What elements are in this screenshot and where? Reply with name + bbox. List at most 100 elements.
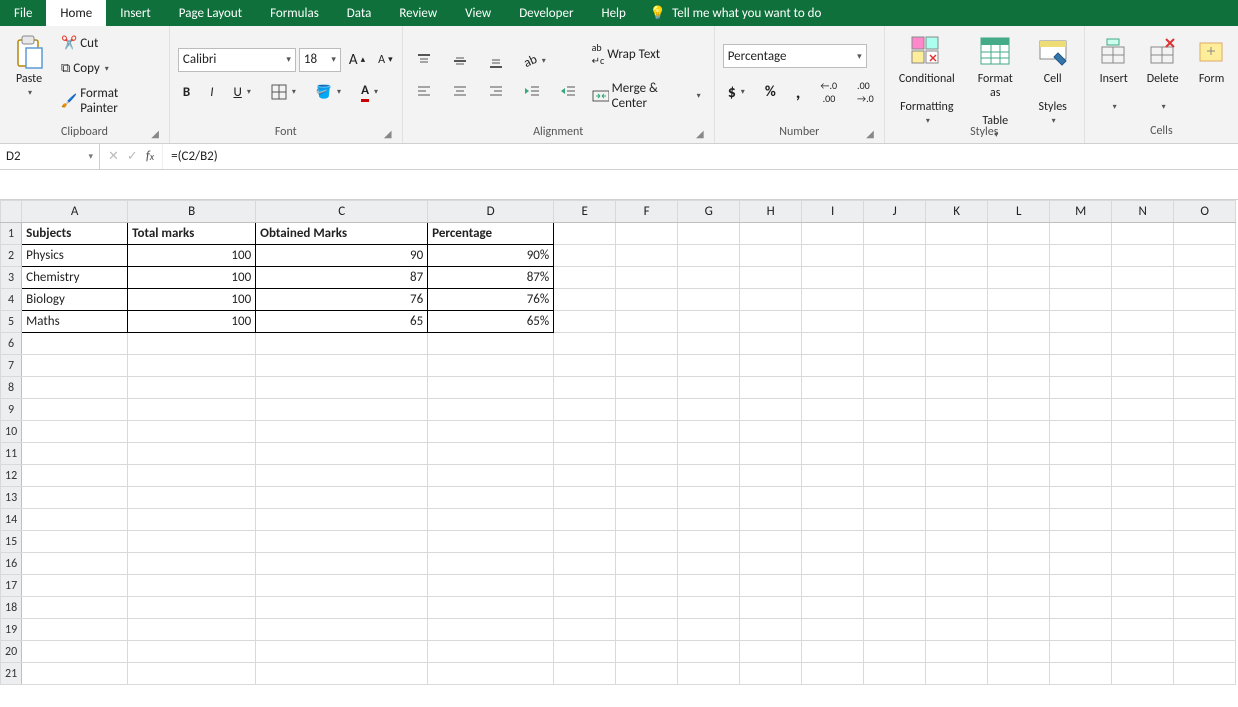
cell[interactable] [554, 355, 616, 377]
cell[interactable]: 87 [256, 267, 428, 289]
cell[interactable]: 90 [256, 245, 428, 267]
cell[interactable] [988, 377, 1050, 399]
cell[interactable] [988, 531, 1050, 553]
col-header-O[interactable]: O [1174, 201, 1236, 223]
cell[interactable] [926, 619, 988, 641]
cell[interactable] [740, 399, 802, 421]
delete-cells-button[interactable]: Delete▾ [1141, 30, 1185, 116]
cell[interactable] [740, 641, 802, 663]
cell[interactable] [1050, 399, 1112, 421]
tab-insert[interactable]: Insert [106, 0, 165, 26]
cell[interactable] [22, 333, 128, 355]
cell-styles-button[interactable]: CellStyles ▾ [1030, 30, 1076, 130]
cell[interactable] [864, 619, 926, 641]
cell[interactable]: Biology [22, 289, 128, 311]
cell[interactable] [256, 597, 428, 619]
cell[interactable] [428, 399, 554, 421]
align-left-button[interactable] [411, 80, 437, 102]
row-header-5[interactable]: 5 [1, 311, 22, 333]
cell[interactable] [864, 465, 926, 487]
cell[interactable] [128, 619, 256, 641]
cell[interactable] [1174, 443, 1236, 465]
tab-review[interactable]: Review [385, 0, 451, 26]
cell[interactable] [678, 355, 740, 377]
cell[interactable] [428, 421, 554, 443]
cell[interactable]: 65% [428, 311, 554, 333]
format-cells-button[interactable]: Form [1191, 30, 1233, 88]
font-color-button[interactable]: A▾ [356, 80, 383, 105]
cell[interactable] [1050, 663, 1112, 685]
cell[interactable] [1174, 663, 1236, 685]
cell[interactable] [926, 509, 988, 531]
cell[interactable] [554, 597, 616, 619]
cell[interactable] [616, 245, 678, 267]
cell[interactable] [428, 333, 554, 355]
copy-button[interactable]: ⧉Copy▾ [56, 58, 161, 79]
cell[interactable] [128, 663, 256, 685]
cell[interactable] [740, 223, 802, 245]
cell[interactable] [554, 421, 616, 443]
paste-button[interactable]: Paste▾ [8, 30, 50, 102]
cell[interactable] [1174, 223, 1236, 245]
cell[interactable] [554, 663, 616, 685]
cell[interactable] [1050, 597, 1112, 619]
cell[interactable] [802, 575, 864, 597]
cell[interactable] [740, 443, 802, 465]
cell[interactable] [926, 333, 988, 355]
cell[interactable] [988, 597, 1050, 619]
cell[interactable] [864, 355, 926, 377]
select-all-corner[interactable] [1, 201, 22, 223]
cell[interactable] [926, 399, 988, 421]
cell[interactable] [616, 465, 678, 487]
cell[interactable] [128, 641, 256, 663]
cell[interactable] [256, 443, 428, 465]
cell[interactable] [616, 663, 678, 685]
col-header-H[interactable]: H [740, 201, 802, 223]
cell[interactable] [864, 399, 926, 421]
cell[interactable] [1050, 487, 1112, 509]
cell[interactable]: 90% [428, 245, 554, 267]
cell[interactable] [1050, 465, 1112, 487]
cell[interactable] [740, 311, 802, 333]
cell[interactable] [864, 333, 926, 355]
row-header-9[interactable]: 9 [1, 399, 22, 421]
cell[interactable] [802, 509, 864, 531]
cell[interactable] [988, 289, 1050, 311]
conditional-formatting-button[interactable]: ConditionalFormatting ▾ [893, 30, 961, 130]
cell[interactable] [1112, 443, 1174, 465]
underline-button[interactable]: U▾ [228, 82, 255, 103]
cell[interactable] [802, 619, 864, 641]
cell[interactable] [1112, 575, 1174, 597]
cell[interactable] [1174, 289, 1236, 311]
cell[interactable] [926, 487, 988, 509]
number-launcher-icon[interactable]: ◢ [866, 124, 874, 144]
cell[interactable] [256, 355, 428, 377]
cell[interactable] [616, 377, 678, 399]
font-size-combo[interactable]: 18▾ [299, 48, 341, 72]
cell[interactable] [428, 597, 554, 619]
align-right-button[interactable] [483, 80, 509, 102]
cell[interactable] [22, 641, 128, 663]
cell[interactable] [926, 245, 988, 267]
cell[interactable] [678, 245, 740, 267]
cell[interactable] [1050, 223, 1112, 245]
cell[interactable] [740, 597, 802, 619]
cell[interactable] [616, 223, 678, 245]
cell[interactable] [616, 531, 678, 553]
col-header-K[interactable]: K [926, 201, 988, 223]
cell[interactable] [1050, 311, 1112, 333]
cell[interactable] [988, 333, 1050, 355]
cell[interactable] [1050, 443, 1112, 465]
cell[interactable] [128, 487, 256, 509]
cell[interactable] [22, 399, 128, 421]
cell[interactable] [678, 267, 740, 289]
cell[interactable] [926, 641, 988, 663]
cell[interactable] [864, 509, 926, 531]
cell[interactable] [740, 531, 802, 553]
cell[interactable] [428, 641, 554, 663]
cell[interactable] [740, 289, 802, 311]
cell-header[interactable]: Total marks [128, 223, 256, 245]
cell[interactable]: Chemistry [22, 267, 128, 289]
cut-button[interactable]: ✂️Cut [56, 33, 161, 54]
cell[interactable] [554, 377, 616, 399]
